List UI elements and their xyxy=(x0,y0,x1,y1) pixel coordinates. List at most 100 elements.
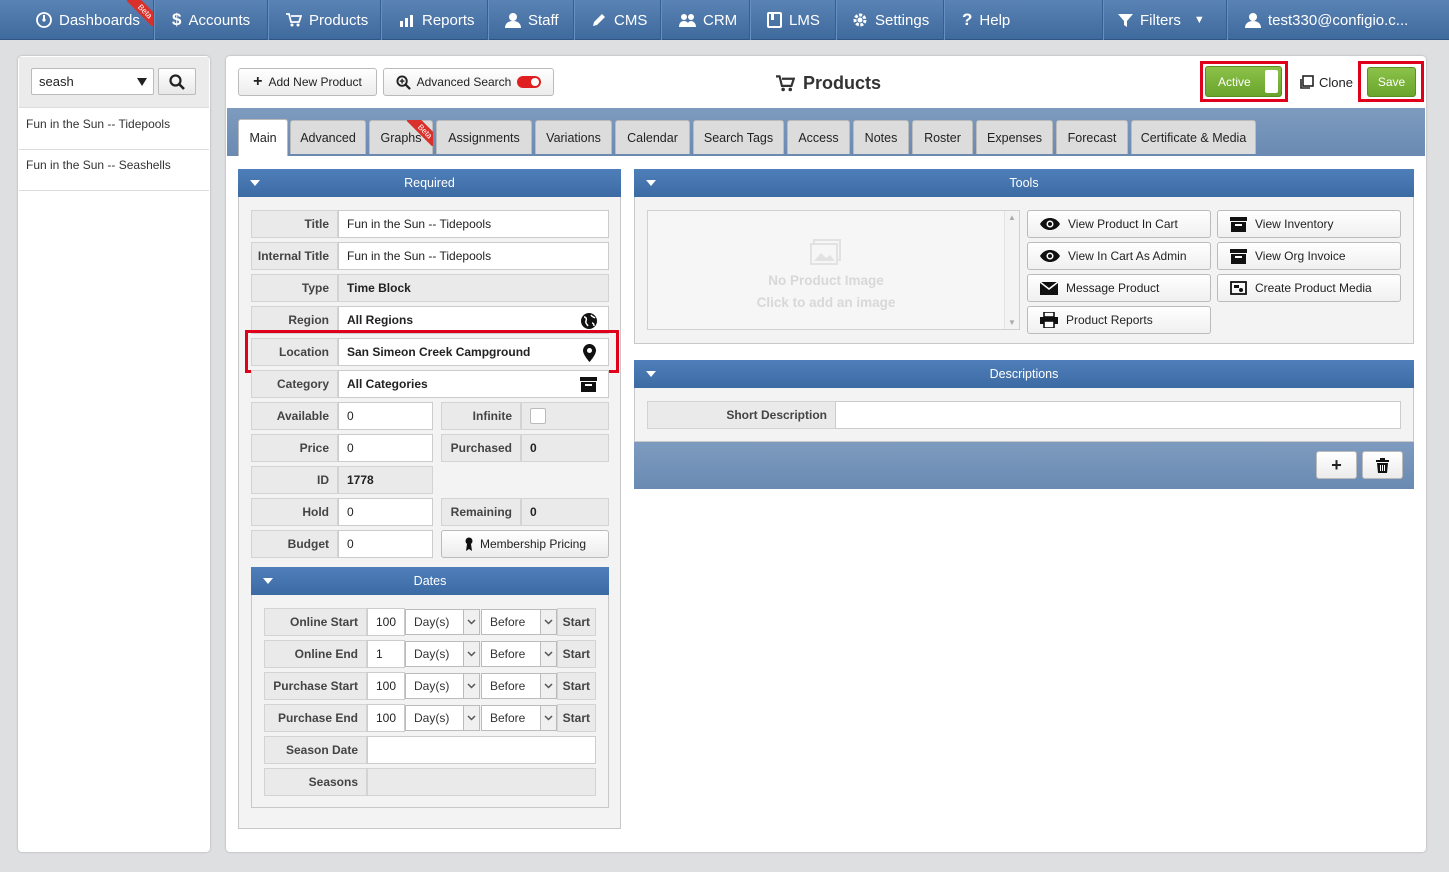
create-product-media-button[interactable]: Create Product Media xyxy=(1217,274,1401,302)
clone-button[interactable]: Clone xyxy=(1299,70,1353,94)
nav-dashboards[interactable]: Dashboards xyxy=(36,0,140,40)
tab-variations[interactable]: Variations xyxy=(535,120,612,154)
nav-accounts[interactable]: $ Accounts xyxy=(172,0,250,40)
purchase-end-amount[interactable]: 100 xyxy=(367,704,405,732)
tab-roster[interactable]: Roster xyxy=(912,120,973,154)
online-end-relation-select[interactable]: Before xyxy=(481,641,557,667)
available-input[interactable]: 0 xyxy=(338,402,433,430)
toggle-switch-off[interactable] xyxy=(517,76,542,88)
dates-section-header[interactable]: Dates xyxy=(251,567,609,595)
tab-calendar[interactable]: Calendar xyxy=(615,120,690,154)
seasons-value xyxy=(367,768,596,796)
message-product-button[interactable]: Message Product xyxy=(1027,274,1211,302)
internal-title-input[interactable]: Fun in the Sun -- Tidepools xyxy=(338,242,609,270)
membership-pricing-button[interactable]: Membership Pricing xyxy=(441,530,609,558)
purchase-end-anchor: Start xyxy=(557,704,596,732)
season-date-input[interactable] xyxy=(367,736,596,764)
active-toggle[interactable]: Active xyxy=(1205,66,1282,97)
search-field[interactable] xyxy=(31,68,154,95)
add-new-product-button[interactable]: + Add New Product xyxy=(238,68,377,96)
search-result-item[interactable]: Fun in the Sun -- Tidepools xyxy=(19,109,209,150)
price-input[interactable]: 0 xyxy=(338,434,433,462)
product-image-dropzone[interactable]: No Product Image Click to add an image ▲… xyxy=(647,210,1020,330)
online-start-relation-select[interactable]: Before xyxy=(481,609,557,635)
tab-notes[interactable]: Notes xyxy=(853,120,909,154)
nav-products[interactable]: Products xyxy=(286,0,368,40)
inventory-box-icon xyxy=(1230,216,1247,232)
infinite-checkbox[interactable] xyxy=(530,408,546,424)
page-title: Products xyxy=(776,70,881,96)
tab-access[interactable]: Access xyxy=(787,120,850,154)
hold-input[interactable]: 0 xyxy=(338,498,433,526)
id-label: ID xyxy=(251,466,338,494)
scrollbar[interactable]: ▲ ▼ xyxy=(1004,211,1019,329)
image-placeholder-icon xyxy=(810,239,841,265)
purchase-end-relation-select[interactable]: Before xyxy=(481,705,557,731)
tab-expenses[interactable]: Expenses xyxy=(976,120,1053,154)
tab-assignments[interactable]: Assignments xyxy=(436,120,532,154)
no-image-text: No Product Image xyxy=(768,273,884,288)
nav-lms[interactable]: LMS xyxy=(767,0,820,40)
view-inventory-button[interactable]: View Inventory xyxy=(1217,210,1401,238)
nav-staff[interactable]: Staff xyxy=(505,0,559,40)
short-description-input[interactable] xyxy=(835,401,1401,429)
chart-icon xyxy=(400,14,413,27)
budget-input[interactable]: 0 xyxy=(338,530,433,558)
caret-down-icon[interactable] xyxy=(137,78,147,86)
media-certificate-icon xyxy=(1230,280,1247,295)
online-start-unit-select[interactable]: Day(s) xyxy=(405,609,480,635)
nav-settings[interactable]: Settings xyxy=(852,0,929,40)
add-description-button[interactable]: + xyxy=(1316,451,1357,479)
nav-user-menu[interactable]: test330@configio.c... xyxy=(1245,0,1408,40)
purchase-start-relation-select[interactable]: Before xyxy=(481,673,557,699)
online-end-unit-select[interactable]: Day(s) xyxy=(405,641,480,667)
gear-icon xyxy=(853,13,867,27)
tab-forecast[interactable]: Forecast xyxy=(1056,120,1128,154)
view-in-cart-as-admin-button[interactable]: View In Cart As Admin xyxy=(1027,242,1211,270)
online-end-amount[interactable]: 1 xyxy=(367,640,405,668)
save-button[interactable]: Save xyxy=(1367,67,1416,97)
tab-certificate-media[interactable]: Certificate & Media xyxy=(1131,120,1256,154)
online-start-amount[interactable]: 100 xyxy=(367,608,405,636)
search-result-item[interactable]: Fun in the Sun -- Seashells xyxy=(19,150,209,191)
delete-description-button[interactable] xyxy=(1362,451,1403,479)
tab-advanced[interactable]: Advanced xyxy=(290,120,366,154)
product-reports-button[interactable]: Product Reports xyxy=(1027,306,1211,334)
infinite-label: Infinite xyxy=(441,402,521,430)
purchase-start-unit-select[interactable]: Day(s) xyxy=(405,673,480,699)
search-button[interactable] xyxy=(158,68,196,95)
purchase-start-amount[interactable]: 100 xyxy=(367,672,405,700)
nav-crm[interactable]: CRM xyxy=(679,0,737,40)
id-value: 1778 xyxy=(338,466,433,494)
nav-help[interactable]: ? Help xyxy=(962,0,1010,40)
region-label: Region xyxy=(251,306,338,334)
category-select[interactable]: All Categories xyxy=(338,370,609,398)
nav-cms[interactable]: CMS xyxy=(591,0,647,40)
title-input[interactable]: Fun in the Sun -- Tidepools xyxy=(338,210,609,238)
online-end-anchor: Start xyxy=(557,640,596,668)
view-org-invoice-button[interactable]: View Org Invoice xyxy=(1217,242,1401,270)
beta-ribbon: Beta xyxy=(407,120,433,146)
required-section-header[interactable]: Required xyxy=(238,169,621,197)
location-select[interactable]: San Simeon Creek Campground xyxy=(338,338,609,366)
tab-main[interactable]: Main xyxy=(238,119,288,156)
search-input[interactable] xyxy=(32,69,132,94)
trash-icon xyxy=(1376,457,1389,473)
budget-label: Budget xyxy=(251,530,338,558)
cart-icon xyxy=(776,74,795,91)
chevron-down-icon xyxy=(540,610,556,634)
archive-box-icon xyxy=(580,377,597,392)
seasons-label: Seasons xyxy=(264,768,367,796)
nav-filters-label: Filters xyxy=(1140,11,1181,29)
nav-reports[interactable]: Reports xyxy=(399,0,475,40)
available-label: Available xyxy=(251,402,338,430)
nav-filters[interactable]: Filters ▼ xyxy=(1118,0,1205,40)
tools-section-header[interactable]: Tools xyxy=(634,169,1414,197)
purchase-end-unit-select[interactable]: Day(s) xyxy=(405,705,480,731)
region-select[interactable]: All Regions xyxy=(338,306,609,334)
advanced-search-button[interactable]: Advanced Search xyxy=(383,68,554,96)
view-product-in-cart-button[interactable]: View Product In Cart xyxy=(1027,210,1211,238)
tab-search-tags[interactable]: Search Tags xyxy=(693,120,784,154)
descriptions-section-header[interactable]: Descriptions xyxy=(634,360,1414,388)
beta-ribbon: Beta xyxy=(127,0,153,26)
